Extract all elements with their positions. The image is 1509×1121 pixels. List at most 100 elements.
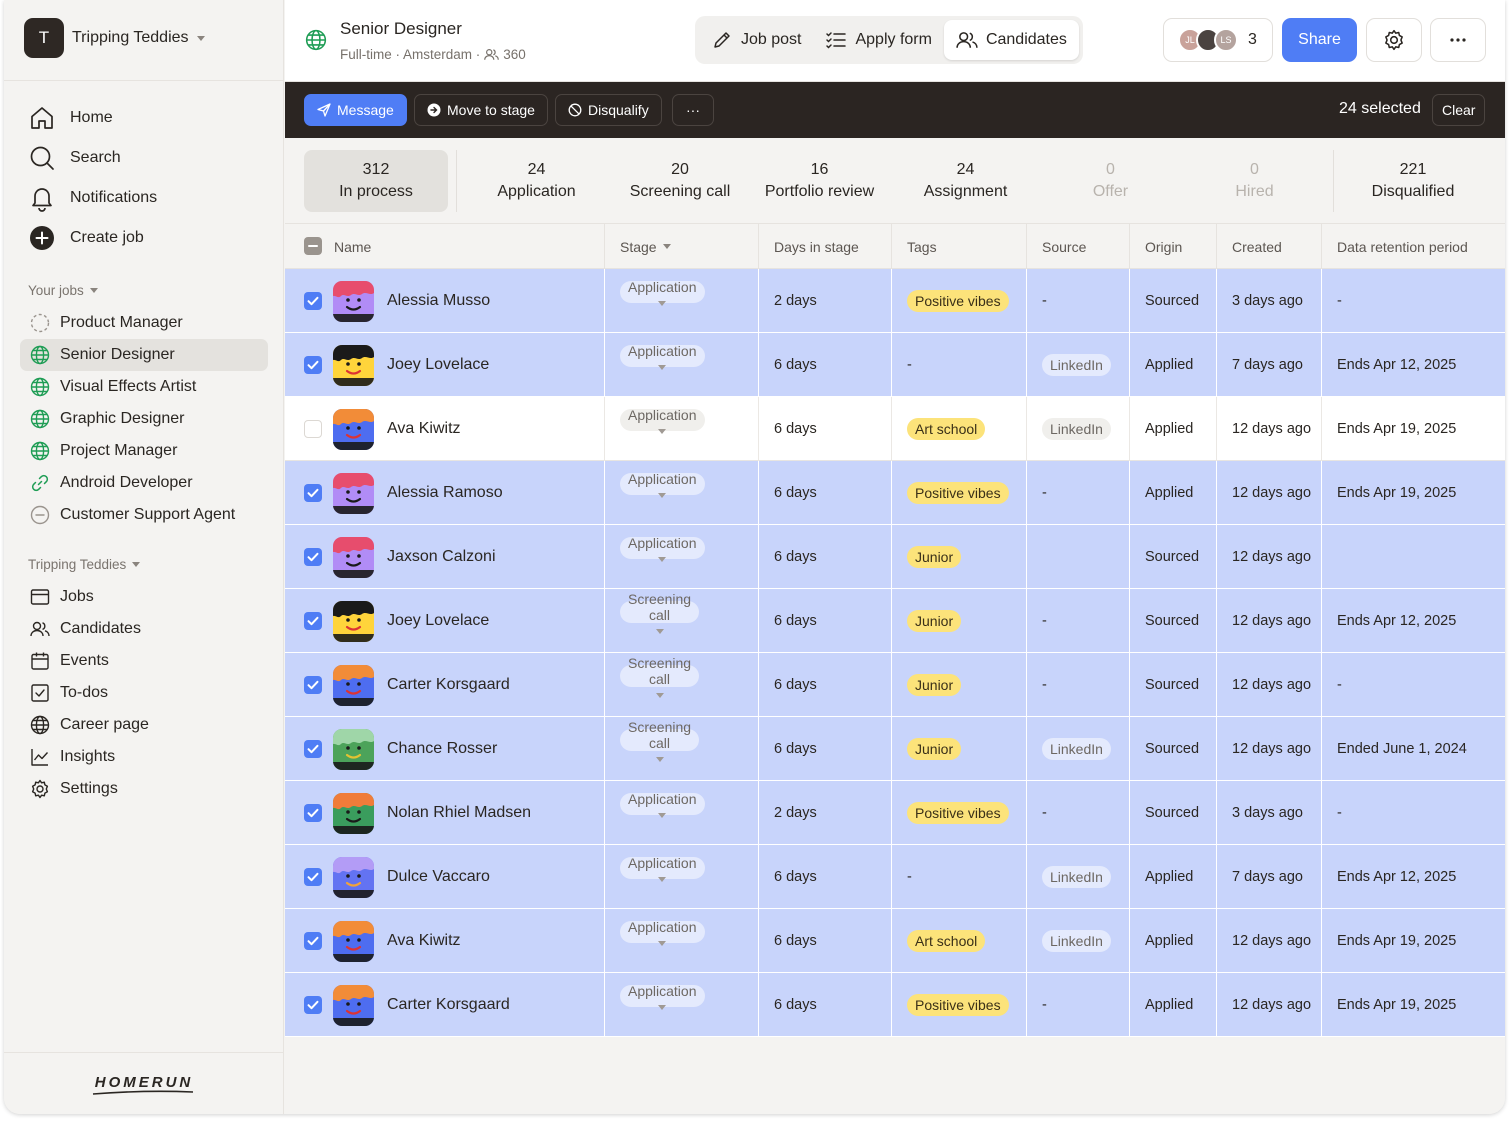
row-checkbox[interactable] (304, 868, 322, 886)
row-checkbox[interactable] (304, 420, 322, 438)
table-row[interactable]: Alessia Ramoso Application 6 days Positive … (285, 461, 1505, 525)
sidebar-item-candidates[interactable]: Candidates (20, 613, 268, 645)
table-row[interactable]: Carter Korsgaard Screening call 6 days Juni… (285, 653, 1505, 717)
sidebar-item-jobs[interactable]: Jobs (20, 581, 268, 613)
sidebar-item-graphic-designer[interactable]: Graphic Designer (20, 403, 268, 435)
stage-tab-in-process[interactable]: 312 In process (304, 150, 448, 212)
tab-candidates[interactable]: Candidates (943, 20, 1079, 60)
stage-tab-application[interactable]: 24 Application (459, 150, 614, 212)
nav-create-job[interactable]: Create job (28, 218, 157, 258)
table-row[interactable]: Joey Lovelace Application 6 days - LinkedIn A… (285, 333, 1505, 397)
table-row[interactable]: Dulce Vaccaro Application 6 days - LinkedIn A… (285, 845, 1505, 909)
stage-dropdown[interactable]: Screening call (620, 719, 700, 762)
message-button[interactable]: Message (304, 94, 407, 126)
column-header-name[interactable]: Name (334, 224, 371, 269)
row-checkbox[interactable] (304, 932, 322, 950)
sidebar-item-android-developer[interactable]: Android Developer (20, 467, 268, 499)
nav-home[interactable]: Home (28, 98, 157, 138)
candidate-name[interactable]: Nolan Rhiel Madsen (387, 781, 531, 845)
collaborators-button[interactable]: JL LS 3 (1163, 18, 1273, 62)
column-header-data-retention-period[interactable]: Data retention period (1337, 224, 1468, 269)
table-row[interactable]: Nolan Rhiel Madsen Application 2 days Posit… (285, 781, 1505, 845)
sidebar-item-customer-support-agent[interactable]: Customer Support Agent (20, 499, 268, 531)
stage-tab-screening-call[interactable]: 20 Screening call (614, 150, 746, 212)
sidebar-item-insights[interactable]: Insights (20, 741, 268, 773)
column-header-origin[interactable]: Origin (1145, 224, 1182, 269)
stage-tab-hired[interactable]: 0 Hired (1182, 150, 1327, 212)
stage-tab-portfolio-review[interactable]: 16 Portfolio review (747, 150, 892, 212)
avatar (333, 473, 374, 514)
share-button[interactable]: Share (1282, 18, 1357, 62)
nav-notifications[interactable]: Notifications (28, 178, 157, 218)
candidate-name[interactable]: Alessia Ramoso (387, 461, 503, 525)
sidebar-item-settings[interactable]: Settings (20, 773, 268, 805)
row-checkbox[interactable] (304, 356, 322, 374)
tab-apply-form[interactable]: Apply form (813, 20, 943, 60)
sidebar-item-visual-effects-artist[interactable]: Visual Effects Artist (20, 371, 268, 403)
table-row[interactable]: Ava Kiwitz Application 6 days Art school Lin… (285, 909, 1505, 973)
stage-dropdown[interactable]: Application (620, 535, 705, 562)
stage-tab-offer[interactable]: 0 Offer (1038, 150, 1183, 212)
workspace-switcher[interactable]: T Tripping Teddies (24, 18, 205, 58)
table-row[interactable]: Jaxson Calzoni Application 6 days Junior Sou… (285, 525, 1505, 589)
column-header-created[interactable]: Created (1232, 224, 1282, 269)
nav-search[interactable]: Search (28, 138, 157, 178)
stage-dropdown[interactable]: Application (620, 471, 705, 498)
sidebar-item-product-manager[interactable]: Product Manager (20, 307, 268, 339)
column-header-stage[interactable]: Stage (620, 224, 671, 269)
sidebar-item-career-page[interactable]: Career page (20, 709, 268, 741)
row-checkbox[interactable] (304, 740, 322, 758)
org-header[interactable]: Tripping Teddies (28, 557, 141, 572)
table-row[interactable]: Chance Rosser Screening call 6 days Junior L… (285, 717, 1505, 781)
stage-dropdown[interactable]: Application (620, 279, 705, 306)
move-to-stage-button[interactable]: Move to stage (414, 94, 548, 126)
settings-button[interactable] (1366, 18, 1422, 62)
row-checkbox[interactable] (304, 484, 322, 502)
stage-tab-disqualified[interactable]: 221 Disqualified (1335, 150, 1491, 212)
column-header-tags[interactable]: Tags (907, 224, 937, 269)
candidate-name[interactable]: Ava Kiwitz (387, 909, 461, 973)
stage-dropdown[interactable]: Application (620, 983, 705, 1010)
source-badge: LinkedIn (1042, 866, 1111, 888)
tab-job-post[interactable]: Job post (699, 20, 813, 60)
stage-tab-assignment[interactable]: 24 Assignment (893, 150, 1038, 212)
candidate-name[interactable]: Alessia Musso (387, 269, 490, 333)
stage-dropdown[interactable]: Application (620, 343, 705, 370)
row-checkbox[interactable] (304, 676, 322, 694)
disqualify-button[interactable]: Disqualify (555, 94, 662, 126)
column-header-days-in-stage[interactable]: Days in stage (774, 224, 859, 269)
stage-dropdown[interactable]: Application (620, 855, 705, 882)
row-checkbox[interactable] (304, 996, 322, 1014)
row-checkbox[interactable] (304, 548, 322, 566)
sidebar-item-todos[interactable]: To-dos (20, 677, 268, 709)
table-row[interactable]: Carter Korsgaard Application 6 days Positiv… (285, 973, 1505, 1037)
row-checkbox[interactable] (304, 804, 322, 822)
more-options-button[interactable] (1430, 18, 1486, 62)
stage-dropdown[interactable]: Screening call (620, 655, 700, 698)
sidebar-item-senior-designer[interactable]: Senior Designer (20, 339, 268, 371)
your-jobs-header[interactable]: Your jobs (28, 283, 98, 298)
table-row[interactable]: Alessia Musso Application 2 days Positive v… (285, 269, 1505, 333)
candidate-name[interactable]: Carter Korsgaard (387, 653, 510, 717)
stage-dropdown[interactable]: Screening call (620, 591, 700, 634)
stage-dropdown[interactable]: Application (620, 407, 705, 434)
candidate-name[interactable]: Ava Kiwitz (387, 397, 461, 461)
select-all-checkbox[interactable] (304, 237, 322, 255)
candidate-name[interactable]: Joey Lovelace (387, 589, 489, 653)
sidebar-item-project-manager[interactable]: Project Manager (20, 435, 268, 467)
candidate-name[interactable]: Chance Rosser (387, 717, 497, 781)
row-checkbox[interactable] (304, 292, 322, 310)
row-checkbox[interactable] (304, 612, 322, 630)
clear-selection-button[interactable]: Clear (1432, 94, 1486, 126)
table-row[interactable]: Joey Lovelace Screening call 6 days Junior -… (285, 589, 1505, 653)
table-row[interactable]: Ava Kiwitz Application 6 days Art school Lin… (285, 397, 1505, 461)
stage-dropdown[interactable]: Application (620, 919, 705, 946)
more-actions-button[interactable]: ··· (672, 94, 714, 126)
stage-dropdown[interactable]: Application (620, 791, 705, 818)
candidate-name[interactable]: Jaxson Calzoni (387, 525, 496, 589)
column-header-source[interactable]: Source (1042, 224, 1086, 269)
candidate-name[interactable]: Dulce Vaccaro (387, 845, 490, 909)
sidebar-item-events[interactable]: Events (20, 645, 268, 677)
candidate-name[interactable]: Joey Lovelace (387, 333, 489, 397)
candidate-name[interactable]: Carter Korsgaard (387, 973, 510, 1037)
